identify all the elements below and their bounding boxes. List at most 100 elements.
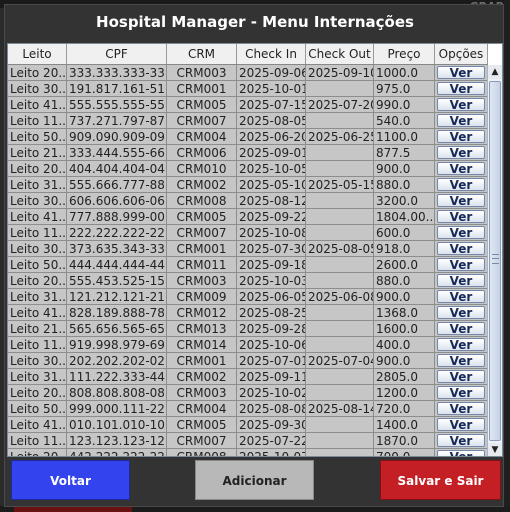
cell-preco: 2600.0 — [374, 257, 435, 273]
cell-crm: CRM004 — [167, 401, 237, 417]
column-header-check-in[interactable]: Check In — [237, 44, 306, 64]
cell-cpf: 404.404.404-04 — [67, 161, 167, 177]
column-header-check-out[interactable]: Check Out — [306, 44, 374, 64]
table-row[interactable]: Leito 31... 121.212.121-21 CRM009 2025-06-0… — [8, 289, 488, 305]
column-header-opcoes[interactable]: Opções — [435, 44, 488, 64]
cell-cpf: 123.123.123-12 — [67, 433, 167, 449]
table-scrollbar[interactable]: ▲ ▼ — [487, 65, 502, 456]
cell-crm: CRM008 — [167, 449, 237, 456]
view-row-button[interactable]: Ver — [437, 370, 485, 384]
view-row-button[interactable]: Ver — [437, 322, 485, 336]
cell-preco: 877.5 — [374, 145, 435, 161]
scroll-up-arrow-icon[interactable]: ▲ — [488, 65, 502, 79]
cell-check-in: 2025-08-08 — [237, 401, 306, 417]
view-row-button[interactable]: Ver — [437, 402, 485, 416]
cell-leito: Leito 30... — [8, 81, 67, 97]
table-row[interactable]: Leito 31... 555.666.777-88 CRM002 2025-05-1… — [8, 177, 488, 193]
view-row-button[interactable]: Ver — [437, 258, 485, 272]
cell-cpf: 808.808.808-08 — [67, 385, 167, 401]
cell-check-out: 2025-07-20 — [306, 97, 374, 113]
table-row[interactable]: Leito 30... 373.635.343-33 CRM001 2025-07-3… — [8, 241, 488, 257]
back-button[interactable]: Voltar — [11, 460, 130, 500]
table-row[interactable]: Leito 20... 555.453.525-15 CRM003 2025-10-0… — [8, 273, 488, 289]
cell-check-in: 2025-08-25 — [237, 305, 306, 321]
table-row[interactable]: Leito 50... 444.444.444-44 CRM011 2025-09-1… — [8, 257, 488, 273]
view-row-button[interactable]: Ver — [437, 418, 485, 432]
table-row[interactable]: Leito 11... 737.271.797-87 CRM007 2025-08-0… — [8, 113, 488, 129]
view-row-button[interactable]: Ver — [437, 386, 485, 400]
table-row[interactable]: Leito 21... 333.444.555-66 CRM006 2025-09-0… — [8, 145, 488, 161]
cell-cpf: 555.666.777-88 — [67, 177, 167, 193]
cell-leito: Leito 41... — [8, 209, 67, 225]
view-row-button[interactable]: Ver — [437, 210, 485, 224]
cell-cpf: 121.212.121-21 — [67, 289, 167, 305]
table-row[interactable]: Leito 41... 777.888.999-00 CRM005 2025-09-2… — [8, 209, 488, 225]
cell-check-out: 2025-05-15 — [306, 177, 374, 193]
scroll-down-arrow-icon[interactable]: ▼ — [488, 443, 502, 456]
view-row-button[interactable]: Ver — [437, 434, 485, 448]
table-row[interactable]: Leito 30... 606.606.606-06 CRM008 2025-08-1… — [8, 193, 488, 209]
cell-check-out: 2025-06-08 — [306, 289, 374, 305]
column-header-crm[interactable]: CRM — [167, 44, 237, 64]
table-row[interactable]: Leito 50... 909.090.909-09 CRM004 2025-06-2… — [8, 129, 488, 145]
view-row-button[interactable]: Ver — [437, 354, 485, 368]
save-and-exit-button[interactable]: Salvar e Sair — [380, 460, 501, 500]
table-row[interactable]: Leito 11... 919.998.979-69 CRM014 2025-10-0… — [8, 337, 488, 353]
view-row-button[interactable]: Ver — [437, 130, 485, 144]
column-header-leito[interactable]: Leito — [8, 44, 67, 64]
view-row-button[interactable]: Ver — [437, 306, 485, 320]
view-row-button[interactable]: Ver — [437, 226, 485, 240]
view-row-button[interactable]: Ver — [437, 242, 485, 256]
cell-leito: Leito 11... — [8, 225, 67, 241]
cell-preco: 540.0 — [374, 113, 435, 129]
table-row[interactable]: Leito 31... 111.222.333-44 CRM002 2025-09-1… — [8, 369, 488, 385]
scrollbar-thumb[interactable] — [489, 81, 501, 441]
cell-opcoes: Ver — [435, 353, 488, 369]
table-row[interactable]: Leito 20... 333.333.333-33 CRM003 2025-09-0… — [8, 65, 488, 81]
cell-cpf: 010.101.010-10 — [67, 417, 167, 433]
cell-crm: CRM001 — [167, 241, 237, 257]
table-row[interactable]: Leito 21... 565.656.565-65 CRM013 2025-09-2… — [8, 321, 488, 337]
table-row[interactable]: Leito 20... 808.808.808-08 CRM003 2025-10-0… — [8, 385, 488, 401]
table-row[interactable]: Leito 41... 010.101.010-10 CRM005 2025-09-3… — [8, 417, 488, 433]
column-header-preco[interactable]: Preço — [374, 44, 435, 64]
cell-check-in: 2025-09-01 — [237, 145, 306, 161]
table-row[interactable]: Leito 20... 404.404.404-04 CRM010 2025-10-0… — [8, 161, 488, 177]
view-row-button[interactable]: Ver — [437, 178, 485, 192]
view-row-button[interactable]: Ver — [437, 66, 485, 80]
cell-check-in: 2025-06-20 — [237, 129, 306, 145]
view-row-button[interactable]: Ver — [437, 82, 485, 96]
cell-check-in: 2025-07-30 — [237, 241, 306, 257]
view-row-button[interactable]: Ver — [437, 450, 485, 456]
cell-leito: Leito 50... — [8, 401, 67, 417]
table-row[interactable]: Leito 41... 555.555.555-55 CRM005 2025-07-1… — [8, 97, 488, 113]
cell-cpf: 333.444.555-66 — [67, 145, 167, 161]
internacoes-table[interactable]: Leito CPF CRM Check In Check Out Preço O… — [7, 43, 503, 457]
cell-preco: 1200.0 — [374, 385, 435, 401]
cell-cpf: 373.635.343-33 — [67, 241, 167, 257]
column-header-cpf[interactable]: CPF — [67, 44, 167, 64]
cell-opcoes: Ver — [435, 65, 488, 81]
cell-preco: 990.0 — [374, 97, 435, 113]
view-row-button[interactable]: Ver — [437, 114, 485, 128]
table-row[interactable]: Leito 11... 123.123.123-12 CRM007 2025-07-2… — [8, 433, 488, 449]
view-row-button[interactable]: Ver — [437, 146, 485, 160]
add-button[interactable]: Adicionar — [195, 460, 314, 500]
cell-leito: Leito 41... — [8, 305, 67, 321]
view-row-button[interactable]: Ver — [437, 338, 485, 352]
table-row[interactable]: Leito 20... 442.222.222-22 CRM008 2025-10-0… — [8, 449, 488, 456]
view-row-button[interactable]: Ver — [437, 274, 485, 288]
cell-crm: CRM001 — [167, 353, 237, 369]
view-row-button[interactable]: Ver — [437, 290, 485, 304]
table-row[interactable]: Leito 41... 828.189.888-78 CRM012 2025-08-2… — [8, 305, 488, 321]
table-row[interactable]: Leito 30... 191.817.161-51 CRM001 2025-10-0… — [8, 81, 488, 97]
table-row[interactable]: Leito 50... 999.000.111-22 CRM004 2025-08-0… — [8, 401, 488, 417]
table-row[interactable]: Leito 11... 222.222.222-22 CRM007 2025-10-0… — [8, 225, 488, 241]
cell-crm: CRM014 — [167, 337, 237, 353]
view-row-button[interactable]: Ver — [437, 162, 485, 176]
cell-cpf: 202.202.202-02 — [67, 353, 167, 369]
view-row-button[interactable]: Ver — [437, 98, 485, 112]
table-row[interactable]: Leito 30... 202.202.202-02 CRM001 2025-07-0… — [8, 353, 488, 369]
cell-leito: Leito 20... — [8, 273, 67, 289]
view-row-button[interactable]: Ver — [437, 194, 485, 208]
